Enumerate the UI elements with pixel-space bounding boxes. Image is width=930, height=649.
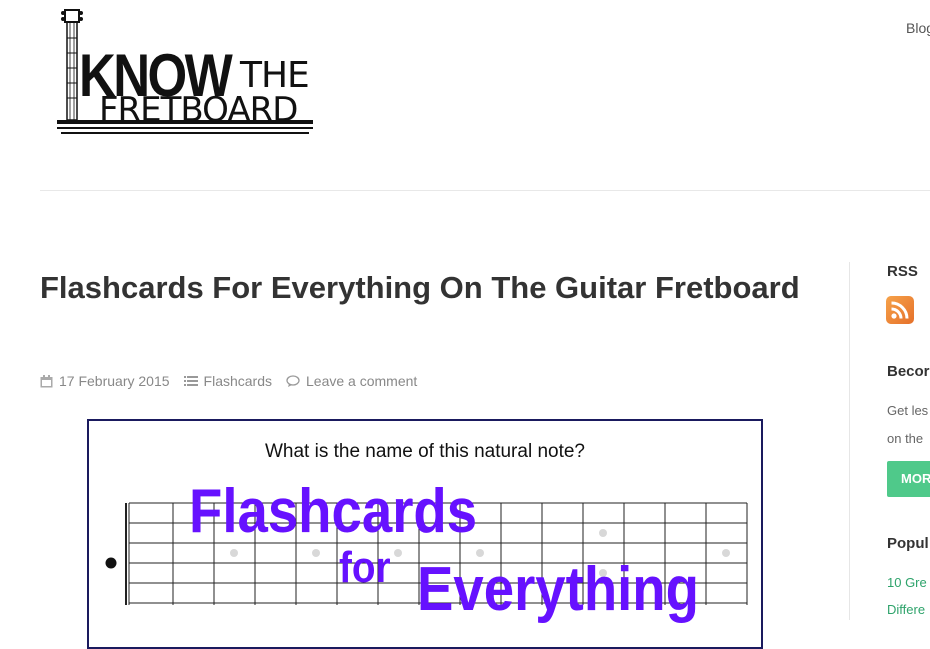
post-comment-link[interactable]: Leave a comment bbox=[286, 373, 417, 389]
post-comment-label: Leave a comment bbox=[306, 373, 418, 389]
overlay-everything: Everything bbox=[417, 555, 699, 624]
flashcard-question: What is the name of this natural note? bbox=[264, 441, 585, 462]
sidebar-popular-title: Popul bbox=[887, 535, 929, 552]
site-logo[interactable]: KNOW THE FRETBOARD bbox=[55, 8, 315, 136]
more-button[interactable]: MOR bbox=[887, 461, 930, 497]
nav-blog-link[interactable]: Blog bbox=[906, 20, 930, 36]
post-meta: 17 February 2015 Flashcards Leave a comm… bbox=[40, 373, 431, 389]
calendar-icon bbox=[40, 374, 53, 387]
sidebar-divider bbox=[849, 262, 850, 620]
header-divider bbox=[40, 190, 930, 191]
popular-post-link-2[interactable]: Differe bbox=[887, 602, 925, 617]
post-category[interactable]: Flashcards bbox=[183, 373, 272, 389]
list-icon bbox=[183, 376, 198, 386]
logo-fretboard-text: FRETBOARD bbox=[99, 90, 298, 130]
sidebar-rss-title: RSS bbox=[887, 263, 918, 280]
sidebar-become-text-1: Get les bbox=[887, 403, 929, 418]
rss-icon[interactable] bbox=[886, 296, 914, 324]
overlay-flashcards: Flashcards bbox=[189, 477, 478, 546]
post-title[interactable]: Flashcards For Everything On The Guitar … bbox=[40, 260, 815, 315]
popular-post-link-1[interactable]: 10 Gre bbox=[887, 575, 927, 590]
overlay-for: for bbox=[339, 543, 391, 592]
featured-image[interactable]: What is the name of this natural note? F… bbox=[87, 419, 763, 649]
logo-the-text: THE bbox=[240, 55, 310, 96]
sidebar-become-title: Becor bbox=[887, 363, 930, 380]
comment-icon bbox=[286, 375, 300, 387]
note-marker bbox=[105, 557, 117, 569]
post-category-label: Flashcards bbox=[203, 373, 272, 389]
post-date[interactable]: 17 February 2015 bbox=[40, 373, 170, 389]
post-date-label: 17 February 2015 bbox=[59, 373, 170, 389]
sidebar-become-text-2: on the bbox=[887, 431, 924, 446]
